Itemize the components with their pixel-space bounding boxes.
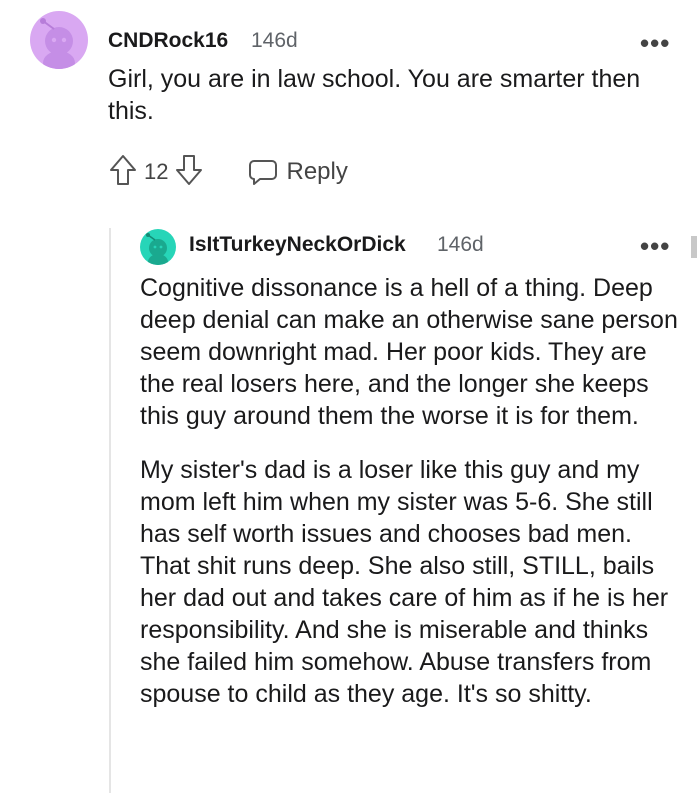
comment-timestamp: 146d <box>251 29 298 52</box>
avatar[interactable] <box>30 11 88 69</box>
reply-label: Reply <box>286 158 348 185</box>
reply-paragraph: My sister's dad is a loser like this guy… <box>140 456 669 708</box>
thread-line[interactable] <box>109 228 111 793</box>
reply-timestamp: 146d <box>437 233 484 256</box>
downvote-arrow-icon[interactable] <box>174 153 204 192</box>
more-options-button[interactable]: ••• <box>640 30 670 56</box>
more-options-button[interactable]: ••• <box>640 233 670 259</box>
snoo-avatar-icon <box>40 18 75 69</box>
comment-actions: 12 Reply <box>108 152 348 192</box>
reply-paragraph: Cognitive dissonance is a hell of a thin… <box>140 274 678 430</box>
reply-avatar[interactable] <box>140 229 176 265</box>
snoo-avatar-icon <box>146 233 168 265</box>
scrollbar-thumb[interactable] <box>691 236 697 258</box>
comment-author[interactable]: CNDRock16 <box>108 29 228 53</box>
vote-count: 12 <box>144 159 169 184</box>
reply-body: Cognitive dissonance is a hell of a thin… <box>140 272 680 732</box>
reply-button[interactable]: Reply <box>248 158 348 186</box>
chat-bubble-icon <box>249 160 278 185</box>
reply-author[interactable]: IsItTurkeyNeckOrDick <box>189 233 406 257</box>
upvote-arrow-icon[interactable] <box>108 153 138 192</box>
comment-body: Girl, you are in law school. You are sma… <box>108 65 641 125</box>
